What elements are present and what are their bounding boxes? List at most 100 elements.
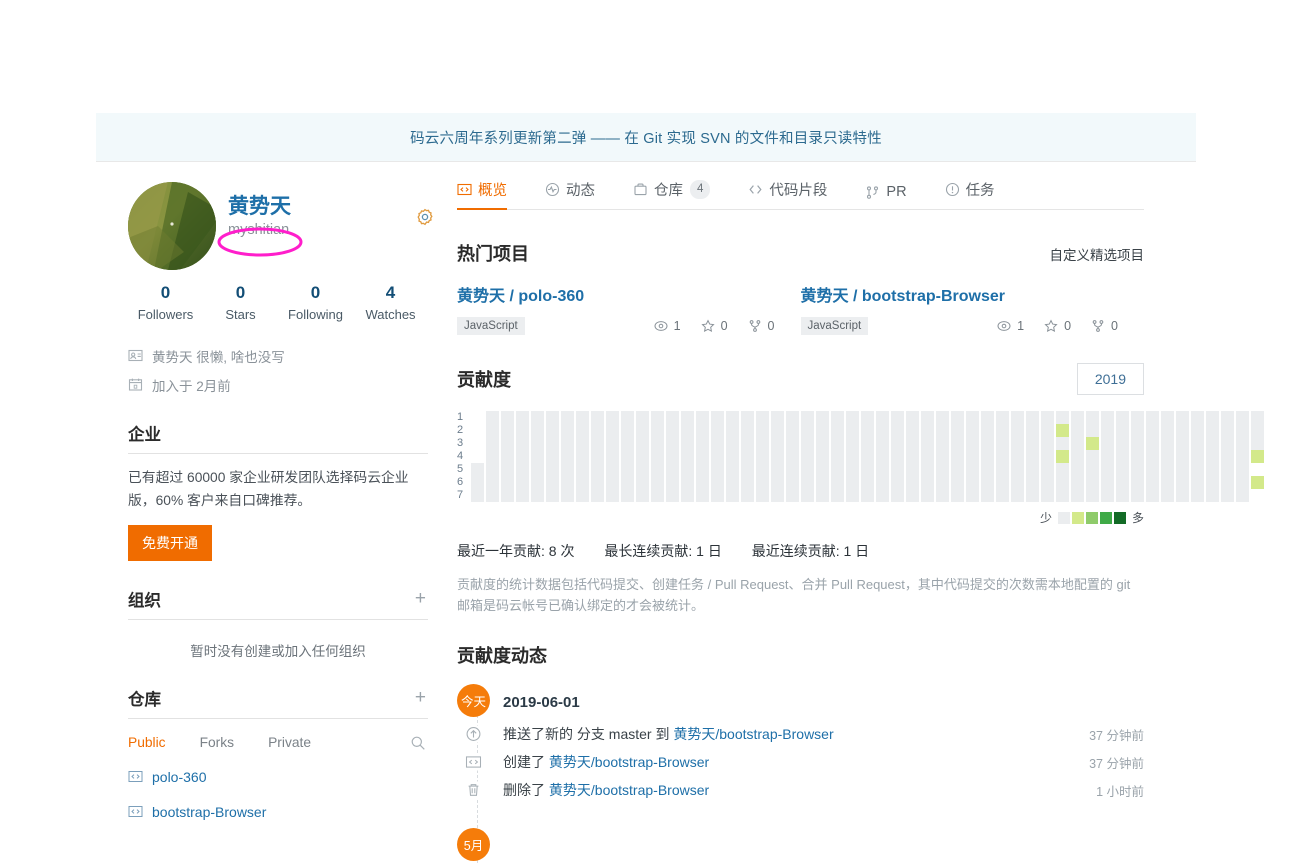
contribution-cell[interactable] [1071,463,1085,476]
timeline-repo-link[interactable]: 黄势天/bootstrap-Browser [673,726,833,742]
contribution-cell[interactable] [801,411,815,424]
enterprise-activate-button[interactable]: 免费开通 [128,524,212,561]
contribution-cell[interactable] [666,437,680,450]
contribution-cell[interactable] [516,411,530,424]
contribution-cell[interactable] [1011,437,1025,450]
contribution-cell[interactable] [1071,424,1085,437]
contribution-cell[interactable] [816,411,830,424]
contribution-cell[interactable] [756,489,770,502]
contribution-cell[interactable] [696,411,710,424]
contribution-cell[interactable] [921,450,935,463]
contribution-cell[interactable] [951,489,965,502]
contribution-cell[interactable] [1101,411,1115,424]
contribution-cell[interactable] [876,463,890,476]
contribution-cell[interactable] [1086,424,1100,437]
contribution-cell[interactable] [891,489,905,502]
contribution-cell[interactable] [1131,424,1145,437]
contribution-cell[interactable] [726,463,740,476]
contribution-cell[interactable] [546,437,560,450]
contribution-cell[interactable] [591,463,605,476]
contribution-cell[interactable] [651,450,665,463]
contribution-cell[interactable] [771,489,785,502]
contribution-cell[interactable] [861,437,875,450]
contribution-cell[interactable] [1011,411,1025,424]
contribution-cell[interactable] [1236,463,1250,476]
contribution-cell[interactable] [1101,450,1115,463]
contribution-cell[interactable] [1161,463,1175,476]
contribution-cell[interactable] [1221,489,1235,502]
contribution-cell[interactable] [681,463,695,476]
contribution-cell[interactable] [606,476,620,489]
contribution-cell[interactable] [681,476,695,489]
contribution-cell[interactable] [966,489,980,502]
contribution-cell[interactable] [1131,489,1145,502]
user-display-name[interactable]: 黄势天 [228,194,291,220]
contribution-cell[interactable] [1101,489,1115,502]
contribution-cell[interactable] [816,463,830,476]
contribution-cell[interactable] [696,450,710,463]
contribution-cell[interactable] [1251,463,1264,476]
contribution-cell[interactable] [861,411,875,424]
contribution-cell[interactable] [891,463,905,476]
contribution-cell[interactable] [516,463,530,476]
contribution-cell[interactable] [1116,489,1130,502]
contribution-cell[interactable] [831,463,845,476]
contribution-cell[interactable] [636,463,650,476]
contribution-cell[interactable] [576,424,590,437]
contribution-cell[interactable] [1161,437,1175,450]
contribution-cell[interactable] [1026,450,1040,463]
contribution-cell[interactable] [531,437,545,450]
contribution-cell[interactable] [1056,463,1070,476]
contribution-cell[interactable] [1071,437,1085,450]
fork-count[interactable]: 0 [1091,319,1118,333]
timeline-repo-link[interactable]: 黄势天/bootstrap-Browser [549,782,709,798]
project-full-name[interactable]: 黄势天 / bootstrap-Browser [801,282,1145,306]
contribution-cell[interactable] [1206,489,1220,502]
contribution-cell[interactable] [711,463,725,476]
contribution-cell[interactable] [1236,424,1250,437]
contribution-cell[interactable] [681,411,695,424]
contribution-cell[interactable] [1176,424,1190,437]
contribution-cell[interactable] [606,437,620,450]
contribution-cell[interactable] [711,476,725,489]
customize-featured-link[interactable]: 自定义精选项目 [1050,244,1145,264]
stat-stars[interactable]: 0 Stars [203,280,278,322]
contribution-cell[interactable] [651,489,665,502]
contribution-cell[interactable] [501,476,515,489]
contribution-cell[interactable] [816,476,830,489]
contribution-cell[interactable] [951,463,965,476]
contribution-cell[interactable] [711,437,725,450]
contribution-cell[interactable] [681,437,695,450]
contribution-cell[interactable] [786,424,800,437]
contribution-cell[interactable] [981,411,995,424]
contribution-cell[interactable] [681,450,695,463]
contribution-cell[interactable] [1206,424,1220,437]
contribution-cell[interactable] [906,476,920,489]
contribution-cell[interactable] [801,424,815,437]
contribution-cell[interactable] [996,476,1010,489]
contribution-cell[interactable] [1191,476,1205,489]
contribution-cell[interactable] [1011,489,1025,502]
contribution-cell[interactable] [1101,476,1115,489]
contribution-cell[interactable] [576,411,590,424]
contribution-cell[interactable] [1236,450,1250,463]
contribution-cell[interactable] [651,424,665,437]
contribution-cell[interactable] [576,450,590,463]
contribution-cell[interactable] [816,489,830,502]
contribution-cell[interactable] [846,424,860,437]
contribution-cell[interactable] [1086,463,1100,476]
contribution-cell[interactable] [561,476,575,489]
contribution-cell[interactable] [1116,424,1130,437]
contribution-cell[interactable] [1056,411,1070,424]
contribution-cell[interactable] [531,424,545,437]
tab-code-snippets[interactable]: 代码片段 [748,179,827,209]
contribution-cell[interactable] [831,437,845,450]
contribution-cell[interactable] [1221,450,1235,463]
contribution-cell[interactable] [1206,476,1220,489]
gear-icon[interactable] [416,208,434,226]
contribution-cell[interactable] [666,476,680,489]
contribution-cell[interactable] [696,424,710,437]
contribution-cell[interactable] [831,424,845,437]
contribution-cell[interactable] [981,476,995,489]
tab-pull-requests[interactable]: PR [865,184,907,209]
